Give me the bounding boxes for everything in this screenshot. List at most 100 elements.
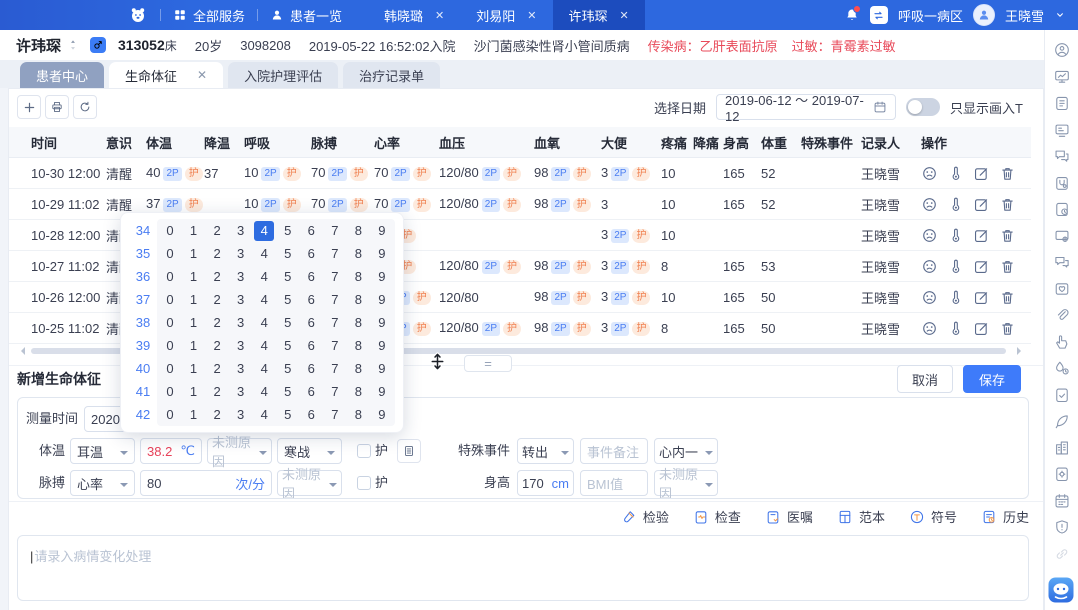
picker-cell-35-2[interactable]: 2 [207,244,227,264]
picker-cell-36-4[interactable]: 4 [254,267,274,287]
delete-icon[interactable] [999,258,1016,275]
picker-integer[interactable]: 38 [129,311,157,334]
paperclip-icon[interactable] [1053,306,1071,324]
temperature-icon[interactable] [947,258,964,275]
link-icon[interactable] [1053,545,1071,563]
picker-cell-42-2[interactable]: 2 [207,405,227,425]
temperature-icon[interactable] [947,289,964,306]
cancel-button[interactable]: 取消 [897,365,953,393]
picker-cell-36-6[interactable]: 6 [301,267,321,287]
picker-cell-37-2[interactable]: 2 [207,290,227,310]
picker-cell-37-9[interactable]: 9 [372,290,392,310]
picker-cell-39-4[interactable]: 4 [254,336,274,356]
ward-name[interactable]: 呼吸一病区 [898,6,963,25]
picker-cell-34-4[interactable]: 4 [254,221,274,241]
picker-cell-42-9[interactable]: 9 [372,405,392,425]
temp-state-select[interactable]: 寒战 [277,438,342,464]
picker-cell-40-6[interactable]: 6 [301,359,321,379]
height-input[interactable]: 170cm [517,470,574,496]
template-tool[interactable]: 范本 [837,507,885,526]
delete-icon[interactable] [999,165,1016,182]
history-tool[interactable]: 历史 [981,507,1029,526]
pain-assess-icon[interactable] [921,289,938,306]
temperature-icon[interactable] [947,165,964,182]
refresh-button[interactable] [73,95,97,119]
picker-cell-39-5[interactable]: 5 [278,336,298,356]
pulse-mode-select[interactable]: 心率 [70,470,135,496]
picker-cell-36-7[interactable]: 7 [325,267,345,287]
picker-integer[interactable]: 42 [129,403,157,426]
picker-cell-34-5[interactable]: 5 [278,221,298,241]
picker-cell-36-2[interactable]: 2 [207,267,227,287]
picker-cell-39-3[interactable]: 3 [231,336,251,356]
picker-cell-40-5[interactable]: 5 [278,359,298,379]
picker-cell-39-1[interactable]: 1 [184,336,204,356]
add-record-button[interactable] [17,95,41,119]
pulse-value-input[interactable]: 80次/分 [140,470,272,496]
picker-cell-40-8[interactable]: 8 [348,359,368,379]
lab-tool[interactable]: 检验 [621,507,669,526]
height-notmeasured-select[interactable]: 未测原因 [654,470,718,496]
picker-cell-34-7[interactable]: 7 [325,221,345,241]
picker-cell-38-5[interactable]: 5 [278,313,298,333]
picker-cell-39-8[interactable]: 8 [348,336,368,356]
picker-cell-38-7[interactable]: 7 [325,313,345,333]
picker-cell-34-1[interactable]: 1 [184,221,204,241]
hand-gesture-icon[interactable] [1053,333,1071,351]
picker-cell-34-3[interactable]: 3 [231,221,251,241]
picker-cell-34-9[interactable]: 9 [372,221,392,241]
picker-cell-35-7[interactable]: 7 [325,244,345,264]
picker-cell-40-4[interactable]: 4 [254,359,274,379]
heart-card-icon[interactable] [1053,280,1071,298]
picker-cell-37-0[interactable]: 0 [160,290,180,310]
tab-1[interactable]: 生命体征✕ [109,62,223,88]
temp-note-button[interactable] [397,439,421,463]
picker-cell-42-5[interactable]: 5 [278,405,298,425]
show-tpr-toggle[interactable] [906,98,940,116]
feather-icon[interactable] [1053,412,1071,430]
picker-cell-42-6[interactable]: 6 [301,405,321,425]
chat-team-icon[interactable] [1053,253,1071,271]
shield-alert-icon[interactable] [1053,518,1071,536]
picker-integer[interactable]: 37 [129,288,157,311]
delete-icon[interactable] [999,227,1016,244]
picker-cell-41-7[interactable]: 7 [325,382,345,402]
switch-patient-sort-icon[interactable] [66,38,80,52]
tab-3[interactable]: 治疗记录单 [343,62,440,88]
drop-clock-icon[interactable] [1053,359,1071,377]
close-icon[interactable]: ✕ [435,9,444,22]
patient-list-button[interactable]: 患者一览 [270,6,342,25]
picker-cell-36-3[interactable]: 3 [231,267,251,287]
pain-assess-icon[interactable] [921,320,938,337]
temperature-icon[interactable] [947,196,964,213]
picker-cell-39-2[interactable]: 2 [207,336,227,356]
user-profile-icon[interactable] [1053,41,1071,59]
tab-2[interactable]: 入院护理评估 [228,62,338,88]
picker-cell-40-2[interactable]: 2 [207,359,227,379]
picker-cell-38-2[interactable]: 2 [207,313,227,333]
picker-cell-42-4[interactable]: 4 [254,405,274,425]
delete-icon[interactable] [999,196,1016,213]
picker-cell-37-1[interactable]: 1 [184,290,204,310]
document-settings-icon[interactable] [1053,465,1071,483]
special-event-select[interactable]: 转出 [517,438,574,464]
order-tool[interactable]: 医嘱 [765,507,813,526]
picker-cell-35-3[interactable]: 3 [231,244,251,264]
picker-cell-41-5[interactable]: 5 [278,382,298,402]
picker-integer[interactable]: 36 [129,265,157,288]
chat-messages-icon[interactable] [1053,147,1071,165]
picker-cell-42-7[interactable]: 7 [325,405,345,425]
symbol-tool[interactable]: 符号 [909,507,957,526]
picker-cell-36-9[interactable]: 9 [372,267,392,287]
picker-cell-35-9[interactable]: 9 [372,244,392,264]
card-settings-icon[interactable] [1053,227,1071,245]
scroll-left-icon[interactable] [17,347,25,355]
save-button[interactable]: 保存 [963,365,1021,393]
event-note-input[interactable]: 事件备注 [580,438,648,464]
clipboard-clock-icon[interactable] [1053,200,1071,218]
picker-cell-34-6[interactable]: 6 [301,221,321,241]
pain-assess-icon[interactable] [921,165,938,182]
user-avatar[interactable] [973,4,995,26]
notification-bell-icon[interactable] [844,7,860,23]
date-range-input[interactable]: 2019-06-12 ～ 2019-07-12 [716,94,896,120]
